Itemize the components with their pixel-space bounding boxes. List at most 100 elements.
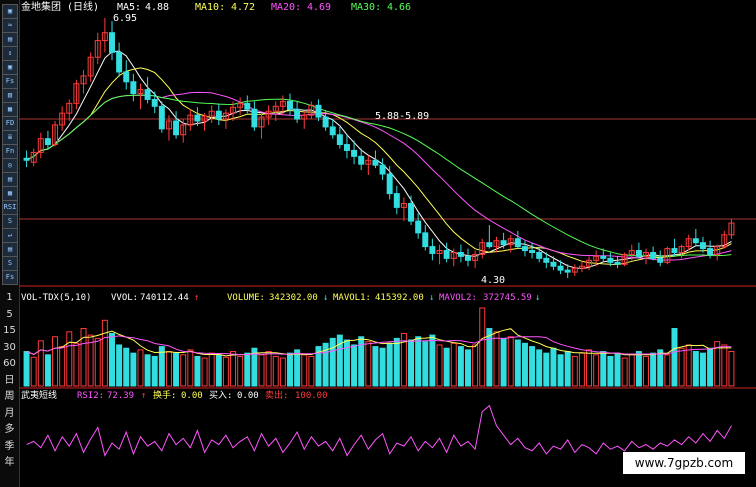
volume-average-lines bbox=[26, 328, 732, 357]
rsi-arrow: ↑ bbox=[141, 391, 146, 401]
toolbar-button-2[interactable]: ▤ bbox=[2, 32, 18, 47]
toolbar-button-6[interactable]: ▥ bbox=[2, 88, 18, 103]
candle-body bbox=[650, 251, 657, 259]
volume-bar bbox=[201, 357, 208, 387]
volume-bar bbox=[692, 351, 699, 387]
toolbar-button-16[interactable]: ↵ bbox=[2, 228, 18, 243]
ma30-label: MA30: bbox=[351, 2, 381, 13]
volume-bar bbox=[586, 349, 593, 387]
candle-body bbox=[564, 269, 571, 273]
volume-bar bbox=[272, 355, 279, 387]
toolbar-button-17[interactable]: ▤ bbox=[2, 242, 18, 257]
candle-body bbox=[614, 261, 621, 265]
candle-body bbox=[386, 173, 393, 195]
toolbar-button-7[interactable]: ▦ bbox=[2, 102, 18, 117]
period-多[interactable]: 多 bbox=[0, 422, 19, 438]
period-30[interactable]: 30 bbox=[0, 340, 19, 356]
candle-body bbox=[351, 149, 358, 157]
vvol-value: 740112.44 bbox=[140, 293, 189, 303]
toolbar-button-10[interactable]: Fn bbox=[2, 144, 18, 159]
toolbar-button-5[interactable]: Fs bbox=[2, 74, 18, 89]
toolbar-button-13[interactable]: ▦ bbox=[2, 186, 18, 201]
stock-chart-window: ▣ ≈ ▤ ↕ ▣ Fs ▥ ▦ FD ≣ Fn ◎ ▤ ▦ RSI S ↵ ▤ S Fs 1 5 15 30 60 日周月多季年… bbox=[0, 0, 756, 487]
period-日[interactable]: 日 bbox=[0, 373, 19, 389]
volume-bar bbox=[279, 357, 286, 387]
toolbar-button-9[interactable]: ≣ bbox=[2, 130, 18, 145]
toolbar-button-14[interactable]: RSI bbox=[2, 200, 18, 215]
volume-bar bbox=[472, 344, 479, 387]
volume-bar bbox=[351, 344, 358, 387]
vvol-arrow: ↑ bbox=[194, 293, 199, 303]
volume-bar bbox=[372, 346, 379, 387]
toolbar-button-3[interactable]: ↕ bbox=[2, 46, 18, 61]
ma10-line bbox=[26, 67, 732, 266]
volume-bar bbox=[607, 355, 614, 387]
period-周[interactable]: 周 bbox=[0, 389, 19, 405]
candle-body bbox=[336, 134, 343, 146]
toolbar-button-18[interactable]: S bbox=[2, 256, 18, 271]
mavol1-label: MAVOL1: bbox=[333, 293, 371, 303]
volume-bar bbox=[109, 332, 115, 387]
period-月[interactable]: 月 bbox=[0, 406, 19, 422]
period-15[interactable]: 15 bbox=[0, 323, 19, 339]
volume-bar bbox=[557, 354, 564, 387]
toolbar-button-11[interactable]: ◎ bbox=[2, 158, 18, 173]
candle-body bbox=[429, 246, 436, 254]
candle-body bbox=[173, 120, 180, 136]
chart-area: 金地集团 (日线) MA5: 4.88 MA10: 4.72 MA20: 4.6… bbox=[19, 0, 756, 457]
candle-body bbox=[415, 220, 422, 234]
volume-bar bbox=[650, 352, 657, 387]
ma10-value: 4.72 bbox=[231, 2, 255, 13]
volume-bar bbox=[486, 328, 493, 387]
candle-body bbox=[251, 108, 258, 128]
volume-bar bbox=[657, 349, 664, 387]
volume-series bbox=[23, 307, 735, 387]
toolbar-button-8[interactable]: FD bbox=[2, 116, 18, 131]
toolbar-button-19[interactable]: Fs bbox=[2, 270, 18, 285]
volume-bar bbox=[699, 352, 706, 387]
candle-body bbox=[707, 248, 714, 255]
candle-body bbox=[287, 100, 293, 110]
candle-body bbox=[343, 144, 350, 151]
period-年[interactable]: 年 bbox=[0, 455, 19, 471]
volume-bar bbox=[258, 354, 265, 387]
candle-body bbox=[422, 232, 429, 248]
volume-bar bbox=[543, 352, 550, 387]
volume-bar bbox=[329, 337, 336, 387]
toolbar-button-4[interactable]: ▣ bbox=[2, 60, 18, 75]
volume-bar bbox=[208, 352, 215, 387]
rsi-series bbox=[26, 404, 732, 457]
volume-bar bbox=[408, 339, 415, 387]
period-5[interactable]: 5 bbox=[0, 307, 19, 323]
period-1[interactable]: 1 bbox=[0, 290, 19, 306]
period-60[interactable]: 60 bbox=[0, 356, 19, 372]
volume-bar bbox=[507, 336, 514, 387]
toolbar-button-0[interactable]: ▣ bbox=[2, 4, 18, 19]
volume-bar bbox=[443, 347, 450, 387]
candle-body bbox=[116, 51, 123, 73]
candle-body bbox=[529, 250, 536, 253]
toolbar-button-1[interactable]: ≈ bbox=[2, 18, 18, 33]
volume-bar bbox=[429, 334, 436, 387]
high-price-label: 6.95 bbox=[113, 13, 137, 24]
volume-bar bbox=[30, 356, 37, 387]
volume-bar bbox=[379, 347, 386, 387]
volume-bar bbox=[550, 347, 557, 387]
period-季[interactable]: 季 bbox=[0, 439, 19, 455]
candle-body bbox=[536, 251, 543, 259]
candle-body bbox=[44, 138, 51, 146]
volume-bar bbox=[101, 319, 108, 387]
candle-body bbox=[457, 251, 464, 257]
volume-bar bbox=[564, 351, 571, 387]
volume-bar bbox=[173, 352, 180, 387]
toolbar-button-12[interactable]: ▤ bbox=[2, 172, 18, 187]
volume-bar bbox=[137, 349, 144, 387]
low-price-label: 4.30 bbox=[481, 275, 505, 286]
toolbar-button-15[interactable]: S bbox=[2, 214, 18, 229]
volume-bar bbox=[728, 351, 735, 387]
candle-body bbox=[109, 32, 115, 53]
volume-bar bbox=[73, 342, 80, 387]
candle-body bbox=[514, 238, 521, 248]
volume-bar bbox=[308, 355, 315, 387]
candle-body bbox=[294, 108, 301, 120]
